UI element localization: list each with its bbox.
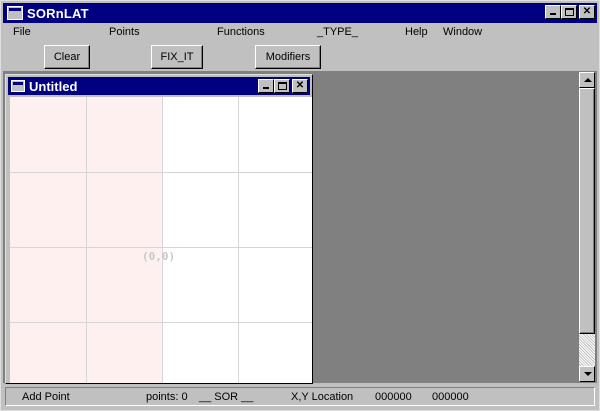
- app-title: SORnLAT: [27, 5, 89, 21]
- minimize-icon: [263, 87, 269, 89]
- scroll-down-arrow-icon: [584, 372, 592, 376]
- drawing-canvas[interactable]: (0,0): [10, 97, 312, 383]
- menu-file[interactable]: File: [13, 26, 31, 38]
- menu-type[interactable]: _TYPE_: [317, 26, 358, 38]
- close-icon: ✕: [295, 80, 305, 91]
- status-xy-label: X,Y Location: [291, 391, 354, 403]
- toolbar: Clear FIX_IT Modifiers: [3, 43, 597, 71]
- menu-bar: File Points Functions _TYPE_ Help Window: [3, 24, 597, 42]
- main-window: SORnLAT ✕ File Points Functions _TYPE_ H…: [0, 0, 600, 411]
- maximize-icon: [278, 82, 287, 90]
- document-close-button[interactable]: ✕: [292, 79, 308, 93]
- mdi-client-area[interactable]: Untitled ✕ (0,0): [3, 71, 597, 384]
- scroll-down-button[interactable]: [579, 366, 595, 382]
- minimize-icon: [550, 13, 556, 15]
- close-button[interactable]: ✕: [579, 5, 595, 19]
- modifiers-button[interactable]: Modifiers: [255, 45, 321, 69]
- grid-line-horizontal: [10, 172, 312, 173]
- menu-help[interactable]: Help: [405, 26, 428, 38]
- grid-line-vertical: [238, 97, 239, 383]
- status-mode: Add Point: [22, 391, 70, 403]
- document-icon[interactable]: [11, 80, 25, 92]
- menu-window[interactable]: Window: [443, 26, 482, 38]
- document-window: Untitled ✕ (0,0): [5, 74, 313, 384]
- vertical-scrollbar[interactable]: [579, 72, 595, 382]
- app-icon[interactable]: [7, 6, 23, 20]
- status-y-value: 000000: [432, 391, 469, 403]
- status-bar-panel: Add Point points: 0 __ SOR __ X,Y Locati…: [5, 387, 595, 406]
- maximize-icon: [565, 8, 574, 16]
- origin-label: (0,0): [142, 250, 176, 263]
- minimize-button[interactable]: [545, 5, 561, 19]
- status-sor-indicator: __ SOR __: [199, 391, 254, 403]
- scroll-up-button[interactable]: [579, 72, 595, 88]
- menu-points[interactable]: Points: [109, 26, 140, 38]
- document-maximize-button[interactable]: [274, 79, 290, 93]
- grid-line-horizontal: [10, 247, 312, 248]
- clear-button[interactable]: Clear: [44, 45, 90, 69]
- fix-it-button[interactable]: FIX_IT: [151, 45, 203, 69]
- maximize-button[interactable]: [561, 5, 577, 19]
- title-bar[interactable]: SORnLAT ✕: [3, 3, 597, 23]
- status-bar: Add Point points: 0 __ SOR __ X,Y Locati…: [3, 384, 597, 408]
- status-x-value: 000000: [375, 391, 412, 403]
- document-title-bar[interactable]: Untitled ✕: [8, 77, 310, 95]
- menu-functions[interactable]: Functions: [217, 26, 265, 38]
- scroll-up-arrow-icon: [584, 78, 592, 82]
- document-minimize-button[interactable]: [258, 79, 274, 93]
- status-points-count: points: 0: [146, 391, 188, 403]
- grid-line-vertical: [162, 97, 163, 383]
- scrollbar-thumb[interactable]: [579, 88, 595, 334]
- scrollbar-track[interactable]: [579, 334, 595, 366]
- grid-line-vertical: [86, 97, 87, 383]
- grid-line-horizontal: [10, 322, 312, 323]
- document-title: Untitled: [29, 78, 78, 94]
- close-icon: ✕: [582, 6, 592, 17]
